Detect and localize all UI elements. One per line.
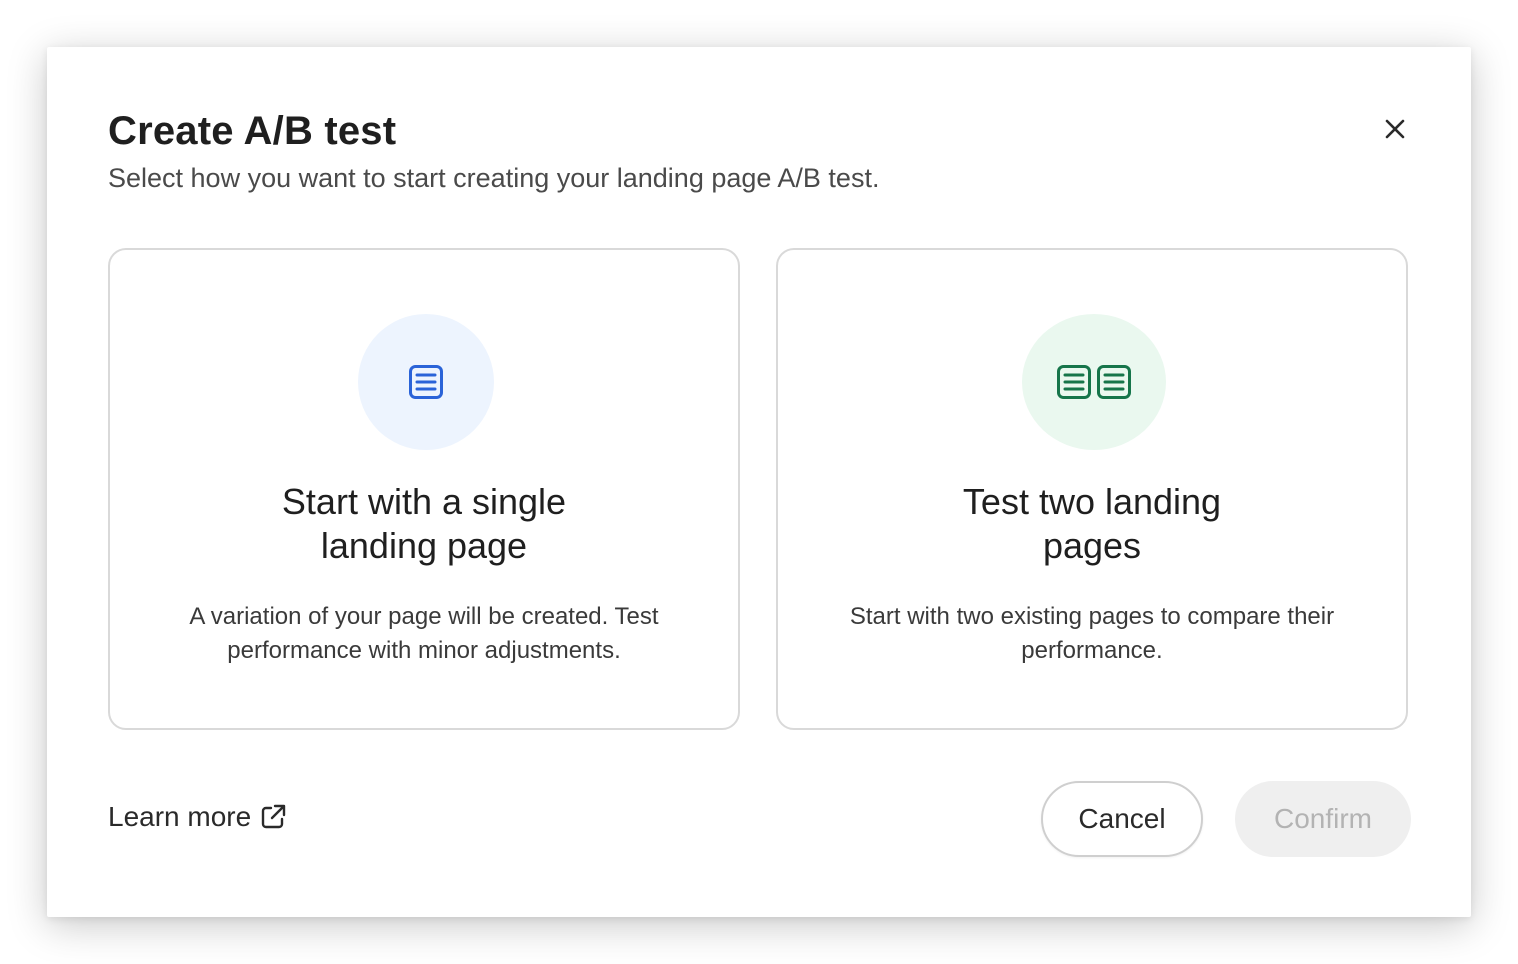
option-title: Test two landing pages: [962, 481, 1222, 566]
learn-more-label: Learn more: [108, 801, 252, 832]
create-ab-test-dialog: Create A/B test Select how you want to s…: [47, 47, 1471, 917]
dialog-title: Create A/B test: [108, 109, 397, 153]
two-pages-icon-container: [1022, 314, 1166, 450]
close-button[interactable]: [1375, 109, 1415, 149]
confirm-button[interactable]: Confirm: [1235, 781, 1411, 857]
option-description: A variation of your page will be created…: [189, 603, 659, 664]
option-description: Start with two existing pages to compare…: [849, 603, 1335, 664]
two-pages-icon: [1057, 365, 1131, 399]
single-page-icon: [409, 365, 443, 399]
cancel-button[interactable]: Cancel: [1041, 781, 1203, 857]
external-link-icon: [261, 804, 286, 829]
option-single-landing-page[interactable]: Start with a single landing page A varia…: [108, 248, 740, 730]
dialog-subtitle: Select how you want to start creating yo…: [108, 163, 880, 193]
learn-more-link[interactable]: Learn more: [108, 801, 287, 833]
option-two-landing-pages[interactable]: Test two landing pages Start with two ex…: [776, 248, 1408, 730]
close-icon: [1385, 119, 1405, 139]
option-title: Start with a single landing page: [281, 481, 567, 566]
single-page-icon-container: [358, 314, 494, 450]
